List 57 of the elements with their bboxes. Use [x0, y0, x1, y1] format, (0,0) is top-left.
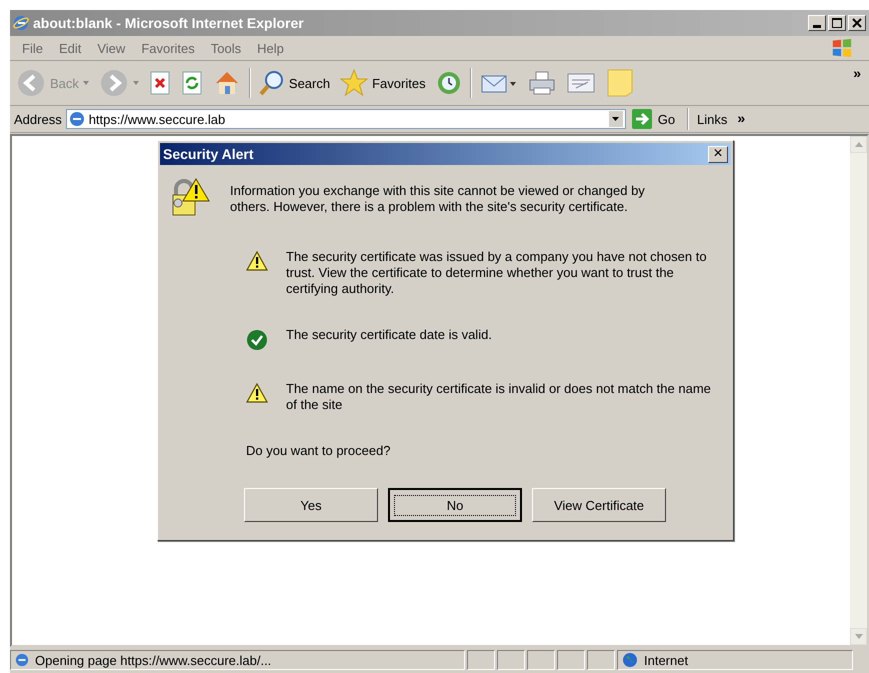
- maximize-button[interactable]: [828, 15, 846, 31]
- dialog-button[interactable]: No: [388, 488, 522, 522]
- menu-item[interactable]: Help: [251, 40, 290, 56]
- minimize-icon: [813, 24, 821, 28]
- status-pane: [587, 650, 615, 670]
- scroll-down-icon: [854, 634, 862, 639]
- address-label: Address: [14, 112, 62, 126]
- certificate-check-text: The name on the security certificate is invalid or does not match the name of the site: [286, 381, 711, 413]
- printer-icon: [528, 70, 556, 96]
- close-icon: [852, 18, 862, 28]
- menu-item[interactable]: File: [16, 40, 49, 56]
- menu-item[interactable]: Edit: [52, 40, 88, 56]
- menu-item[interactable]: View: [91, 40, 132, 56]
- dialog-title: Security Alert: [163, 146, 254, 162]
- document-icon: [566, 71, 596, 95]
- certificate-check-text: The security certificate was issued by a company you have not chosen to trust. View the certificate to determine whether you want to trust the certifying authority.: [286, 249, 708, 297]
- scrollbar[interactable]: [850, 136, 867, 645]
- address-field[interactable]: https://www.seccure.lab: [66, 109, 626, 129]
- favorites-button[interactable]: Favorites: [338, 69, 428, 97]
- refresh-icon: [180, 71, 203, 95]
- warning-icon: [246, 383, 268, 403]
- intro-text: Information you exchange with this site cannot be viewed or changed by others. However, there is a problem with the site's security certificate.: [230, 183, 646, 215]
- question-text: Do you want to proceed?: [246, 443, 392, 458]
- menu-item[interactable]: Favorites: [135, 40, 201, 56]
- more-chevron[interactable]: »: [733, 110, 750, 126]
- browser-logo-icon: [13, 15, 29, 31]
- dialog-button[interactable]: Yes: [244, 488, 378, 522]
- status-pane: [497, 650, 525, 670]
- menu-item[interactable]: Tools: [204, 40, 248, 56]
- caret-icon: [82, 81, 89, 85]
- certificate-check-text: The security certificate date is valid.: [286, 327, 492, 343]
- search-icon: [258, 70, 285, 96]
- caret-icon: [132, 81, 139, 85]
- window-title: about:blank - Microsoft Internet Explorer: [33, 15, 305, 31]
- links-button[interactable]: Links: [693, 112, 730, 126]
- security-zone: Internet: [617, 650, 853, 670]
- status-pane: [467, 650, 495, 670]
- warning-icon: [246, 251, 268, 271]
- star-icon: [340, 69, 368, 97]
- go-button[interactable]: Go: [630, 109, 684, 129]
- dropdown-icon: [612, 117, 620, 121]
- more-chevron[interactable]: »: [849, 65, 865, 81]
- status-pane: [557, 650, 585, 670]
- maximize-icon: [832, 18, 842, 28]
- globe-icon: [622, 652, 638, 668]
- check-icon: [246, 329, 268, 351]
- close-button[interactable]: ×: [708, 146, 728, 162]
- close-button[interactable]: [848, 15, 866, 31]
- status-text: Opening page https://www.seccure.lab/...: [10, 650, 465, 670]
- minimize-button[interactable]: [808, 15, 826, 31]
- clock-icon: [436, 70, 462, 96]
- stop-icon: [148, 71, 171, 95]
- search-button[interactable]: Search: [256, 70, 332, 96]
- scroll-up-icon: [854, 142, 862, 147]
- dialog-button[interactable]: View Certificate: [532, 488, 666, 522]
- status-pane: [527, 650, 555, 670]
- sticky-note-icon: [606, 68, 634, 98]
